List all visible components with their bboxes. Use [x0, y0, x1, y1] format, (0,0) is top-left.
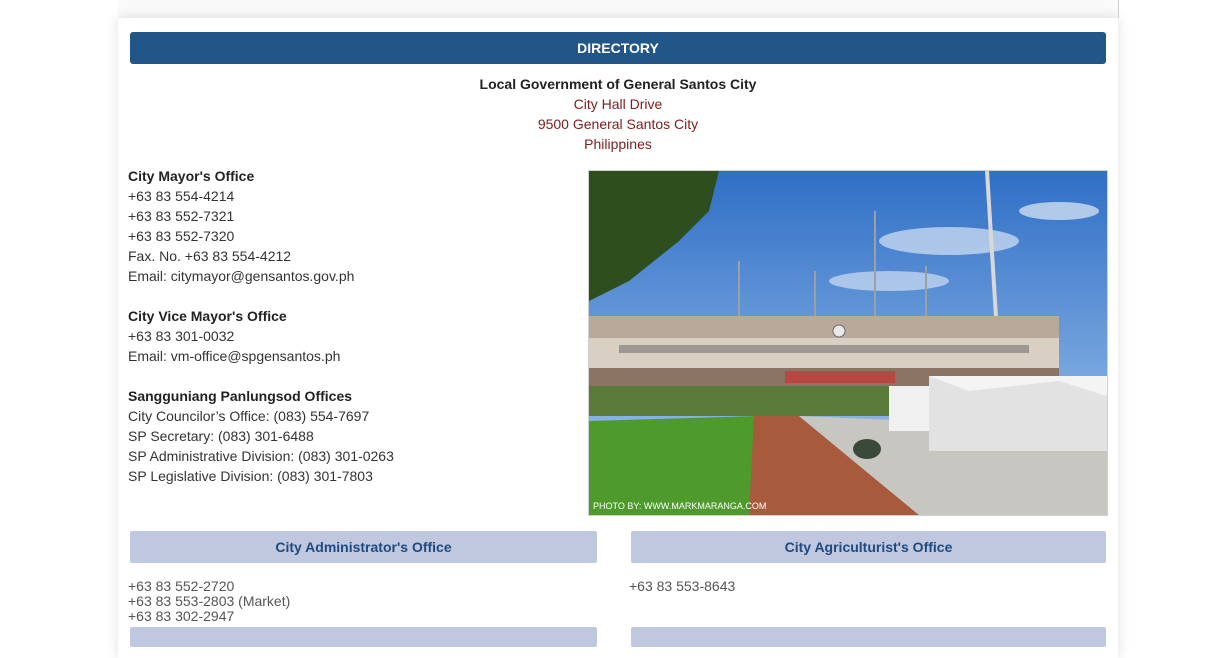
admin-office-header: City Administrator's Office	[130, 531, 597, 563]
top-strip	[118, 0, 1118, 19]
sp-line: SP Legislative Division: (083) 301-7803	[128, 468, 373, 484]
next-section-header	[130, 627, 597, 647]
contact-column: City Mayor's Office +63 83 554-4214 +63 …	[128, 166, 578, 486]
directory-header: DIRECTORY	[130, 32, 1106, 64]
sp-title: Sangguniang Panlungsod Offices	[128, 388, 353, 404]
admin-line: +63 83 552-2720	[128, 578, 235, 594]
next-section-header	[631, 627, 1106, 647]
agri-line: +63 83 553-8643	[629, 578, 736, 594]
vice-mayor-line: +63 83 301-0032	[128, 328, 235, 344]
lgu-address-block: Local Government of General Santos City …	[118, 74, 1118, 154]
mayor-line: Fax. No. +63 83 554-4212	[128, 248, 292, 264]
mayor-email: Email: citymayor@gensantos.gov.ph	[128, 268, 355, 284]
photo-credit: PHOTO BY: WWW.MARKMARANGA.COM	[593, 501, 766, 511]
lgu-title: Local Government of General Santos City	[479, 76, 757, 92]
admin-contacts: +63 83 552-2720 +63 83 553-2803 (Market)…	[128, 579, 290, 624]
sp-line: City Councilor’s Office: (083) 554-7697	[128, 408, 370, 424]
mayor-line: +63 83 554-4214	[128, 188, 235, 204]
mayor-title: City Mayor's Office	[128, 168, 255, 184]
scroll-edge	[1118, 0, 1119, 18]
agri-contacts: +63 83 553-8643	[629, 579, 735, 594]
mayor-line: +63 83 552-7320	[128, 228, 235, 244]
admin-line: +63 83 553-2803 (Market)	[128, 593, 291, 609]
city-hall-photo: PHOTO BY: WWW.MARKMARANGA.COM	[588, 170, 1108, 516]
mayor-line: +63 83 552-7321	[128, 208, 235, 224]
vice-mayor-email: Email: vm-office@spgensantos.ph	[128, 348, 341, 364]
admin-line: +63 83 302-2947	[128, 608, 235, 624]
sp-line: SP Secretary: (083) 301-6488	[128, 428, 314, 444]
address-line: 9500 General Santos City	[537, 116, 699, 132]
agri-office-header: City Agriculturist's Office	[631, 531, 1106, 563]
directory-panel: DIRECTORY Local Government of General Sa…	[118, 18, 1118, 658]
sp-line: SP Administrative Division: (083) 301-02…	[128, 448, 394, 464]
vice-mayor-title: City Vice Mayor's Office	[128, 308, 287, 324]
address-line: City Hall Drive	[573, 96, 663, 112]
address-line: Philippines	[584, 136, 652, 152]
